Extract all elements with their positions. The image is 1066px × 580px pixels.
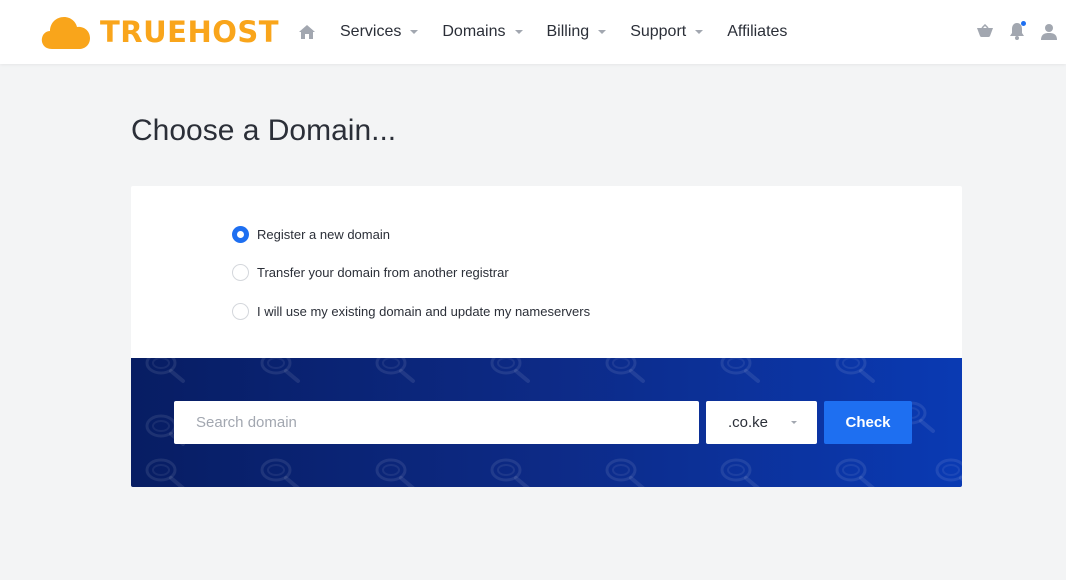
domain-option-group: Register a new domain Transfer your doma…: [232, 224, 590, 340]
nav-item-label: Billing: [546, 23, 590, 40]
radio-register-domain[interactable]: [232, 225, 249, 243]
option-existing-domain[interactable]: I will use my existing domain and update…: [232, 301, 590, 321]
option-label: Register a new domain: [257, 226, 390, 242]
nav-item-services[interactable]: Services: [340, 23, 419, 41]
user-icon[interactable]: [1038, 20, 1060, 42]
nav-item-domains[interactable]: Domains: [442, 23, 523, 41]
brand-name: TRUEHOST: [100, 15, 280, 49]
main-nav: Services Domains Billing Support Affilia…: [298, 0, 811, 64]
bell-icon[interactable]: [1006, 20, 1028, 42]
nav-item-label: Domains: [442, 23, 506, 40]
radio-transfer-domain[interactable]: [232, 264, 249, 281]
nav-item-label: Services: [340, 23, 402, 40]
cart-icon[interactable]: [974, 20, 996, 42]
top-navbar: TRUEHOST Services Domains Billing Suppor…: [0, 0, 1066, 64]
option-label: Transfer your domain from another regist…: [257, 265, 509, 280]
header-actions: [964, 20, 1060, 42]
notification-badge: [1021, 21, 1026, 26]
domain-choice-card: Register a new domain Transfer your doma…: [131, 186, 962, 487]
chevron-down-icon: [598, 30, 607, 34]
nav-item-billing[interactable]: Billing: [547, 23, 607, 41]
nav-item-label: Affiliates: [727, 23, 788, 40]
option-register-domain[interactable]: Register a new domain: [232, 224, 590, 244]
tld-select[interactable]: .co.ke: [706, 401, 817, 444]
page-title: Choose a Domain...: [131, 114, 397, 147]
nav-item-affiliates[interactable]: Affiliates: [727, 23, 787, 41]
domain-search-band: .co.ke Check: [131, 358, 962, 487]
chevron-down-icon: [791, 421, 797, 424]
check-domain-button[interactable]: Check: [824, 401, 912, 444]
truehost-logo[interactable]: TRUEHOST: [40, 13, 279, 51]
domain-search-input[interactable]: [174, 401, 699, 444]
nav-item-label: Support: [630, 23, 687, 40]
cloud-logo-icon: [41, 17, 90, 49]
radio-existing-domain[interactable]: [232, 302, 249, 320]
option-transfer-domain[interactable]: Transfer your domain from another regist…: [232, 263, 590, 283]
option-label: I will use my existing domain and update…: [257, 303, 591, 319]
nav-item-support[interactable]: Support: [630, 23, 704, 41]
home-icon[interactable]: [298, 22, 318, 42]
chevron-down-icon: [410, 30, 419, 34]
chevron-down-icon: [695, 30, 704, 34]
chevron-down-icon: [514, 30, 523, 34]
tld-selected-value: .co.ke: [728, 414, 769, 431]
